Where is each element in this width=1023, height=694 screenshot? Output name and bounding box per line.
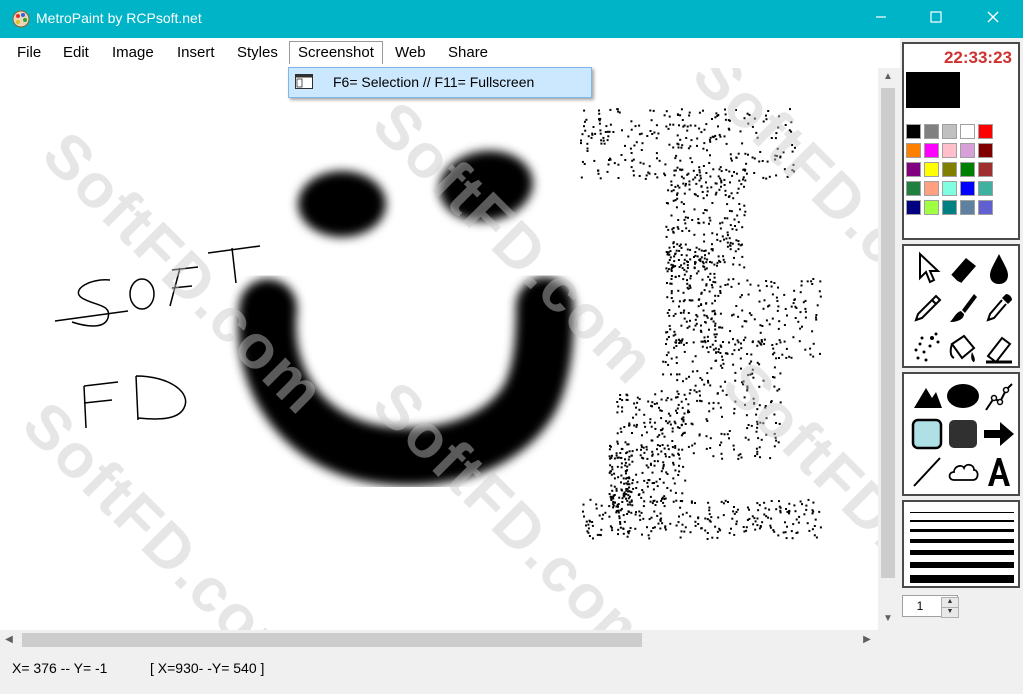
color-panel: 22:33:23 (902, 42, 1020, 240)
line-width-option[interactable] (910, 575, 1014, 583)
menu-insert[interactable]: Insert (177, 44, 215, 61)
menu-bar: File Edit Image Insert Styles Screenshot… (0, 38, 900, 68)
polyline-icon[interactable] (982, 378, 1016, 414)
drop-icon[interactable] (982, 250, 1016, 286)
drawing-tools (902, 244, 1020, 368)
color-swatch[interactable] (942, 124, 957, 139)
color-swatch[interactable] (942, 143, 957, 158)
color-swatch[interactable] (906, 124, 921, 139)
text-icon[interactable] (982, 454, 1016, 490)
menu-styles[interactable]: Styles (237, 44, 278, 61)
screenshot-dropdown: F6= Selection // F11= Fullscreen (288, 67, 592, 98)
line-width-option[interactable] (910, 529, 1014, 532)
minimize-button[interactable] (858, 0, 904, 38)
vertical-scrollbar[interactable]: ▲ ▼ (878, 68, 898, 630)
triangle-icon[interactable] (910, 378, 944, 414)
color-swatch[interactable] (960, 124, 975, 139)
stroke-size-stepper[interactable]: 1 ▲ ▼ (902, 595, 959, 618)
menu-image[interactable]: Image (112, 44, 154, 61)
color-swatch[interactable] (924, 181, 939, 196)
brush-icon[interactable] (946, 290, 980, 326)
cloud-icon[interactable] (946, 454, 980, 490)
color-swatch[interactable] (906, 181, 921, 196)
menu-edit[interactable]: Edit (63, 44, 89, 61)
scroll-left-icon[interactable]: ◀ (0, 630, 18, 650)
menu-screenshot[interactable]: Screenshot (289, 41, 383, 64)
dropdown-item-selection[interactable]: F6= Selection // F11= Fullscreen (289, 68, 591, 97)
color-swatch[interactable] (906, 200, 921, 215)
menu-file[interactable]: File (17, 44, 41, 61)
maximize-button[interactable] (913, 0, 959, 38)
rounded-rect-filled-icon[interactable] (946, 416, 980, 452)
scroll-down-icon[interactable]: ▼ (878, 610, 898, 628)
fill-bucket-icon[interactable] (946, 330, 980, 366)
dropdown-item-label: F6= Selection // F11= Fullscreen (333, 74, 535, 90)
selection-size: [ X=930- -Y= 540 ] (150, 660, 265, 676)
scroll-right-icon[interactable]: ▶ (858, 630, 876, 650)
color-swatch[interactable] (960, 162, 975, 177)
clock: 22:33:23 (943, 48, 1012, 67)
pencil-icon[interactable] (910, 290, 944, 326)
stepper-down-icon[interactable]: ▼ (941, 607, 959, 618)
drawing-canvas[interactable]: SoftFD.com SoftFD.com SoftFD.com SoftFD.… (0, 68, 878, 630)
minimize-icon (876, 16, 886, 18)
menu-share[interactable]: Share (448, 44, 488, 61)
window-icon (295, 74, 313, 89)
eraser-icon[interactable] (946, 250, 980, 286)
menu-web[interactable]: Web (395, 44, 426, 61)
dropper-icon[interactable] (982, 290, 1016, 326)
color-swatch[interactable] (978, 124, 993, 139)
color-swatch[interactable] (906, 162, 921, 177)
color-swatch[interactable] (906, 143, 921, 158)
line-width-picker (902, 500, 1020, 588)
ellipse-icon[interactable] (946, 378, 980, 414)
highlighter-icon[interactable] (982, 330, 1016, 366)
horizontal-scrollbar[interactable]: ◀ ▶ (0, 630, 878, 650)
line-width-option[interactable] (910, 562, 1014, 568)
stroke-size-value: 1 (916, 599, 924, 613)
color-swatch[interactable] (978, 181, 993, 196)
pointer-icon[interactable] (910, 250, 944, 286)
spray-icon[interactable] (910, 330, 944, 366)
line-width-option[interactable] (910, 520, 1014, 522)
arrow-icon[interactable] (982, 416, 1016, 452)
color-swatch[interactable] (978, 143, 993, 158)
shape-tools (902, 372, 1020, 496)
color-swatch[interactable] (978, 162, 993, 177)
title-bar: MetroPaint by RCPsoft.net (0, 0, 1023, 38)
line-width-option[interactable] (910, 539, 1014, 543)
line-width-option[interactable] (910, 512, 1014, 513)
status-bar: X= 376 -- Y= -1 [ X=930- -Y= 540 ] (0, 650, 900, 694)
color-swatch[interactable] (942, 162, 957, 177)
color-swatch[interactable] (960, 200, 975, 215)
vertical-scroll-thumb[interactable] (881, 88, 895, 578)
app-palette-icon[interactable] (12, 10, 30, 28)
color-swatch[interactable] (978, 200, 993, 215)
close-icon (987, 11, 999, 23)
close-button[interactable] (970, 0, 1016, 38)
maximize-icon (930, 11, 942, 23)
color-swatch[interactable] (960, 181, 975, 196)
color-swatch[interactable] (942, 200, 957, 215)
scroll-up-icon[interactable]: ▲ (878, 68, 898, 86)
cursor-position: X= 376 -- Y= -1 (12, 660, 108, 676)
rounded-rect-outline-icon[interactable] (910, 416, 944, 452)
color-swatch[interactable] (960, 143, 975, 158)
line-width-option[interactable] (910, 550, 1014, 555)
color-swatch[interactable] (924, 124, 939, 139)
color-swatch[interactable] (924, 162, 939, 177)
handwritten-fd (83, 375, 187, 429)
color-swatch[interactable] (924, 200, 939, 215)
smiley-left-eye (298, 171, 386, 237)
window-title: MetroPaint by RCPsoft.net (36, 10, 202, 26)
color-swatch[interactable] (942, 181, 957, 196)
color-swatch[interactable] (924, 143, 939, 158)
horizontal-scroll-thumb[interactable] (22, 633, 642, 647)
current-color-swatch[interactable] (906, 72, 960, 108)
line-icon[interactable] (910, 454, 944, 490)
